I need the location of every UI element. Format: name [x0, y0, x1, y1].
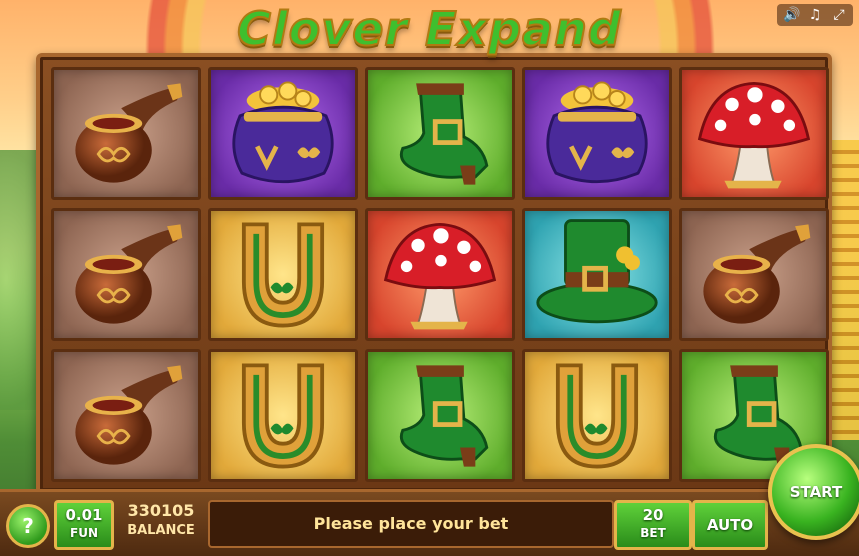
coin-value-button[interactable]: 0.01 FUN: [54, 500, 114, 550]
horseshoe-symbol: [208, 349, 358, 482]
boot-symbol: [365, 67, 515, 200]
top-icon-bar: 🔊 ♫ ⤢: [777, 4, 853, 26]
help-button[interactable]: ?: [6, 504, 50, 548]
music-icon[interactable]: ♫: [807, 7, 823, 23]
pipe-symbol: [51, 208, 201, 341]
sound-icon[interactable]: 🔊: [783, 7, 800, 23]
horseshoe-symbol: [522, 349, 672, 482]
top-hat-symbol: [522, 208, 672, 341]
status-message: Please place your bet: [208, 500, 614, 548]
mushroom-symbol: [365, 208, 515, 341]
gold-pot-symbol: [208, 67, 358, 200]
bet-value: 20: [642, 506, 664, 524]
bet-button[interactable]: 20 BET: [614, 500, 692, 550]
auto-button[interactable]: AUTO: [692, 500, 768, 550]
game-logo: Clover Expand: [0, 1, 859, 57]
fullscreen-icon[interactable]: ⤢: [831, 7, 847, 23]
pipe-symbol: [679, 208, 829, 341]
pipe-symbol: [51, 349, 201, 482]
mushroom-symbol: [679, 67, 829, 200]
balance-label: BALANCE: [127, 523, 195, 538]
coin-value: 0.01: [65, 506, 103, 524]
balance-value: 330105: [127, 501, 195, 520]
reel-grid: [51, 67, 829, 482]
gold-pot-symbol: [522, 67, 672, 200]
pipe-symbol: [51, 67, 201, 200]
bet-label: BET: [640, 526, 666, 540]
horseshoe-symbol: [208, 208, 358, 341]
start-button[interactable]: START: [768, 444, 859, 540]
coin-label: FUN: [70, 526, 98, 540]
logo-text: Clover Expand: [236, 1, 622, 57]
control-bar: ? 0.01 FUN 330105 BALANCE Please place y…: [0, 489, 859, 556]
boot-symbol: [365, 349, 515, 482]
reel-frame: [36, 53, 832, 495]
balance-display: 330105 BALANCE: [118, 500, 204, 546]
